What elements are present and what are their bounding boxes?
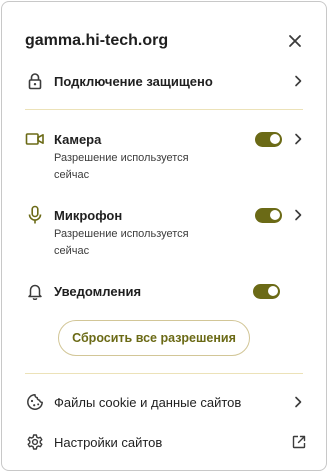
permission-status-camera: Разрешение используется сейчас xyxy=(54,152,189,181)
site-settings-label: Настройки сайтов xyxy=(54,434,163,450)
toggle-knob xyxy=(269,210,280,220)
site-settings-row[interactable]: Настройки сайтов xyxy=(25,431,306,453)
chevron-right-icon xyxy=(295,209,302,221)
permission-label-notifications: Уведомления xyxy=(54,283,142,299)
site-info-popup: gamma.hi-tech.org Подключение защищено К… xyxy=(1,1,327,471)
chevron-right-icon xyxy=(290,394,306,410)
permission-label-microphone: Микрофон xyxy=(54,207,123,223)
cookie-icon xyxy=(25,392,45,412)
popup-header: gamma.hi-tech.org xyxy=(25,24,303,58)
connection-security-row[interactable]: Подключение защищено xyxy=(25,70,303,92)
reset-permissions-button[interactable]: Сбросить все разрешения xyxy=(58,320,250,356)
bell-icon xyxy=(25,281,45,301)
cookies-label: Файлы cookie и данные сайтов xyxy=(54,394,242,410)
microphone-toggle[interactable] xyxy=(255,207,282,223)
cookies-row[interactable]: Файлы cookie и данные сайтов xyxy=(25,391,303,413)
gear-icon xyxy=(25,432,45,452)
permission-status-microphone: Разрешение используется сейчас xyxy=(54,228,189,257)
camera-toggle[interactable] xyxy=(255,131,282,147)
toggle-knob xyxy=(267,286,278,296)
lock-icon xyxy=(25,71,45,91)
close-icon xyxy=(289,35,301,47)
open-in-new-icon xyxy=(291,434,307,450)
chevron-right-icon xyxy=(290,73,306,89)
toggle-knob xyxy=(269,134,280,144)
permission-row-camera: Камера xyxy=(25,128,303,150)
close-button[interactable] xyxy=(283,29,307,53)
permission-label-camera: Камера xyxy=(54,131,102,147)
camera-details-button[interactable] xyxy=(290,131,306,147)
divider xyxy=(25,373,303,374)
microphone-details-button[interactable] xyxy=(290,207,306,223)
site-title: gamma.hi-tech.org xyxy=(25,32,169,49)
connection-security-label: Подключение защищено xyxy=(54,73,213,89)
camera-icon xyxy=(25,129,45,149)
divider xyxy=(25,109,303,110)
permission-row-microphone: Микрофон xyxy=(25,204,303,226)
notifications-toggle[interactable] xyxy=(253,283,280,299)
chevron-right-icon xyxy=(295,133,302,145)
permission-row-notifications: Уведомления xyxy=(25,280,303,302)
microphone-icon xyxy=(25,205,45,225)
